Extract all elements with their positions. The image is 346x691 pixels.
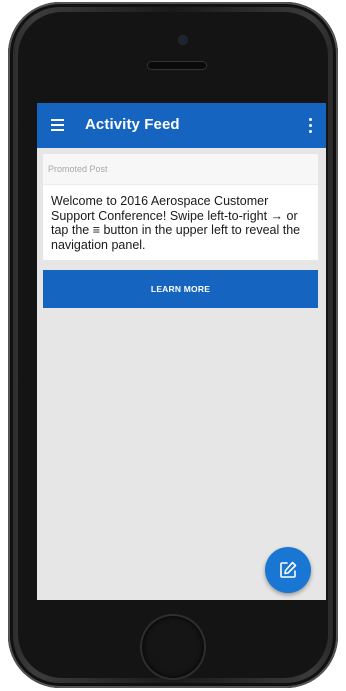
promoted-post-body: Welcome to 2016 Aerospace Customer Suppo… [51, 194, 301, 252]
app-screen: Activity Feed Promoted Post Welcome to 2… [37, 103, 326, 600]
earpiece-speaker [148, 62, 206, 69]
more-vert-icon[interactable] [304, 115, 316, 135]
hamburger-menu-icon[interactable] [49, 117, 69, 133]
compose-edit-icon [280, 561, 297, 578]
app-bar: Activity Feed [37, 103, 326, 148]
compose-fab[interactable] [265, 547, 311, 593]
front-camera [179, 36, 187, 44]
promoted-post-card: Promoted Post Welcome to 2016 Aerospace … [43, 154, 318, 260]
page-title: Activity Feed [85, 116, 180, 133]
learn-more-button[interactable]: LEARN MORE [43, 270, 318, 308]
home-button[interactable] [142, 616, 204, 678]
promoted-post-label: Promoted Post [43, 154, 318, 185]
